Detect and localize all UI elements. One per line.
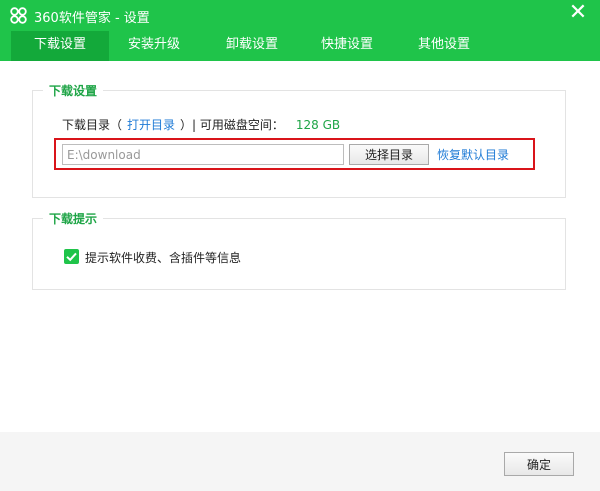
ok-button[interactable]: 确定: [504, 452, 574, 476]
download-path-input[interactable]: [62, 144, 344, 165]
checkmark-icon: [66, 252, 77, 262]
tip-checkbox[interactable]: [64, 249, 79, 264]
free-space-label: ）| 可用磁盘空间：: [180, 118, 284, 132]
restore-default-dir-link[interactable]: 恢复默认目录: [437, 146, 509, 163]
choose-dir-button[interactable]: 选择目录: [349, 144, 429, 165]
download-tips-title: 下载提示: [43, 210, 104, 227]
tab-other-settings[interactable]: 其他设置: [402, 31, 486, 61]
tab-shortcut-settings[interactable]: 快捷设置: [305, 31, 389, 61]
title-bar: 360软件管家 - 设置 ✕: [0, 0, 600, 31]
dialog-footer: 确定: [0, 432, 600, 491]
download-dir-label: 下载目录（: [62, 118, 123, 132]
download-dir-row: 下载目录（ 打开目录 ）| 可用磁盘空间： 128 GB: [62, 116, 340, 133]
download-tips-group: 下载提示 提示软件收费、含插件等信息: [32, 210, 566, 290]
close-button[interactable]: ✕: [568, 0, 588, 25]
window-title: 360软件管家 - 设置: [34, 11, 150, 26]
tab-uninstall-settings[interactable]: 卸载设置: [210, 31, 294, 61]
tip-checkbox-label: 提示软件收费、含插件等信息: [85, 251, 242, 265]
tab-download-settings[interactable]: 下载设置: [11, 31, 109, 61]
open-dir-link[interactable]: 打开目录: [127, 118, 175, 132]
tab-install-upgrade[interactable]: 安装升级: [112, 31, 196, 61]
download-settings-title: 下载设置: [43, 82, 104, 99]
close-icon: ✕: [568, 0, 588, 25]
download-settings-group: 下载设置 下载目录（ 打开目录 ）| 可用磁盘空间： 128 GB 选择目录 恢复默认…: [32, 82, 566, 198]
tab-bar: 下载设置 安装升级 卸载设置 快捷设置 其他设置: [0, 31, 600, 61]
app-logo-icon: [10, 7, 27, 24]
free-space-value: 128 GB: [295, 118, 341, 132]
